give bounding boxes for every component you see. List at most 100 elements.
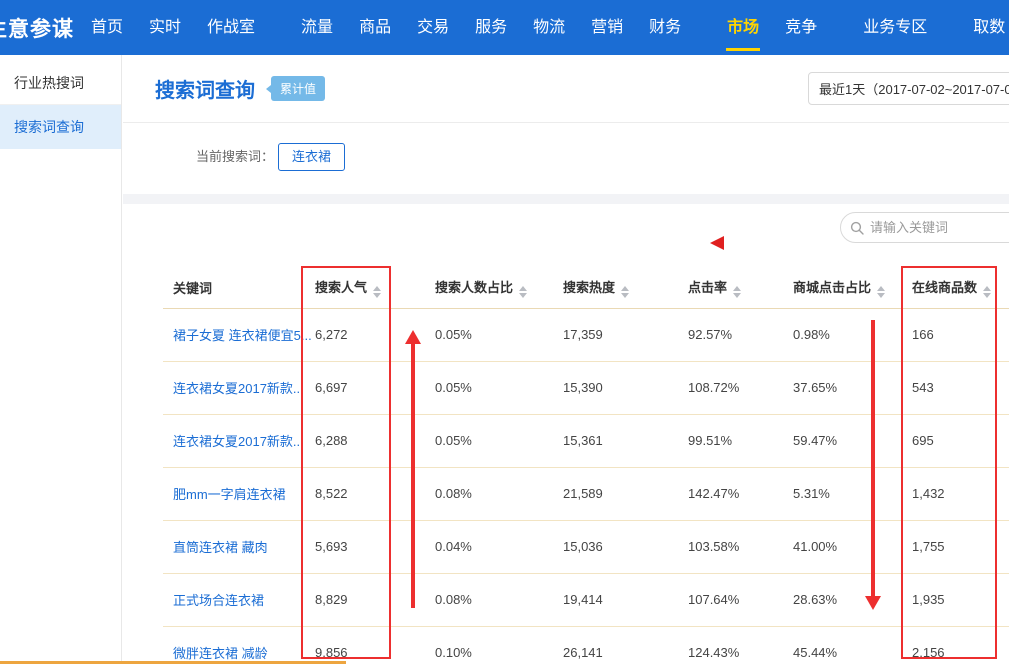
table-cell: 92.57% [678, 308, 783, 361]
keyword-link[interactable]: 裙子女夏 连衣裙便宜5... [173, 328, 312, 343]
keyword-cell: 连衣裙女夏2017新款... [163, 361, 305, 414]
title-row: 搜索词查询 累计值 最近1天（2017-07-02~2017-07-02） [123, 55, 1009, 122]
table-cell: 6,697 [305, 361, 425, 414]
nav-item-goods[interactable]: 商品 [346, 0, 404, 55]
table-cell: 9,856 [305, 626, 425, 664]
nav-item-home[interactable]: 首页 [78, 0, 136, 55]
nav-item-war-room[interactable]: 作战室 [194, 0, 268, 55]
table-cell: 2,156 [902, 626, 1009, 664]
nav-item-market[interactable]: 市场 [714, 0, 772, 55]
table-cell: 103.58% [678, 520, 783, 573]
table-cell: 5.31% [783, 467, 902, 520]
sidebar: 行业热搜词 搜索词查询 [0, 55, 122, 664]
column-header-1[interactable]: 搜索人气 [305, 268, 425, 308]
nav-item-competition[interactable]: 竞争 [772, 0, 830, 55]
table-row: 肥mm一字肩连衣裙 8,5220.08%21,589142.47%5.31%1,4… [163, 467, 1009, 520]
keyword-search-input[interactable] [870, 220, 1009, 235]
nav-item-service[interactable]: 服务 [462, 0, 520, 55]
keyword-cell: 连衣裙女夏2017新款... [163, 414, 305, 467]
nav-item-finance[interactable]: 财务 [636, 0, 694, 55]
column-label: 搜索人数占比 [435, 280, 513, 295]
column-label: 商城点击占比 [793, 280, 871, 295]
table-cell: 1,432 [902, 467, 1009, 520]
table-cell: 0.10% [425, 626, 553, 664]
table-row: 直筒连衣裙 藏肉5,6930.04%15,036103.58%41.00%1,7… [163, 520, 1009, 573]
table-row: 微胖连衣裙 减龄9,8560.10%26,141124.43%45.44%2,1… [163, 626, 1009, 664]
table-cell: 5,693 [305, 520, 425, 573]
table-row: 连衣裙女夏2017新款...6,6970.05%15,390108.72%37.… [163, 361, 1009, 414]
keyword-link[interactable]: 正式场合连衣裙 [173, 593, 264, 608]
sort-icon[interactable] [733, 286, 741, 298]
search-term-table: 关键词 搜索人气搜索人数占比 搜索热度点击率 商城点击占比 在线商品数 裙子女夏 连衣裙… [163, 268, 1009, 664]
sort-icon[interactable] [877, 286, 885, 298]
table-cell: 15,036 [553, 520, 678, 573]
keyword-link[interactable]: 肥mm一字肩连衣裙 [173, 487, 286, 502]
current-keyword-tag[interactable]: 连衣裙 [278, 143, 345, 171]
table-cell: 8,829 [305, 573, 425, 626]
brand-logo[interactable]: 生意参谋 [0, 0, 78, 55]
keyword-search-box [840, 212, 1009, 243]
table-cell: 142.47% [678, 467, 783, 520]
nav-item-trade[interactable]: 交易 [404, 0, 462, 55]
column-label: 关键词 [173, 281, 212, 296]
date-range-text: 最近1天（2017-07-02~2017-07-02） [819, 79, 1009, 98]
nav-item-traffic[interactable]: 流量 [288, 0, 346, 55]
section-separator [123, 194, 1009, 204]
table-row: 正式场合连衣裙 8,8290.08%19,414107.64%28.63%1,93… [163, 573, 1009, 626]
keyword-link[interactable]: 连衣裙女夏2017新款... [173, 381, 304, 396]
column-header-0: 关键词 [163, 268, 305, 308]
table-cell: 166 [902, 308, 1009, 361]
table-cell: 6,272 [305, 308, 425, 361]
table-cell: 28.63% [783, 573, 902, 626]
table-cell: 59.47% [783, 414, 902, 467]
sidebar-item-search-term-query[interactable]: 搜索词查询 [0, 105, 121, 149]
table-cell: 8,522 [305, 467, 425, 520]
column-header-5[interactable]: 商城点击占比 [783, 268, 902, 308]
column-header-2[interactable]: 搜索人数占比 [425, 268, 553, 308]
cumulative-value-badge: 累计值 [271, 76, 325, 101]
nav-item-data-extract[interactable]: 取数 [960, 0, 1009, 55]
table-cell: 695 [902, 414, 1009, 467]
sort-icon[interactable] [621, 286, 629, 298]
table-cell: 0.05% [425, 361, 553, 414]
column-label: 点击率 [688, 280, 727, 295]
sort-icon[interactable] [983, 286, 991, 298]
page-title: 搜索词查询 [155, 74, 255, 103]
nav-item-realtime[interactable]: 实时 [136, 0, 194, 55]
table-cell: 543 [902, 361, 1009, 414]
table-cell: 0.08% [425, 467, 553, 520]
table-cell: 108.72% [678, 361, 783, 414]
sidebar-item-industry-hot-words[interactable]: 行业热搜词 [0, 61, 121, 105]
keyword-link[interactable]: 微胖连衣裙 减龄 [173, 646, 268, 661]
table-row: 连衣裙女夏2017新款...6,2880.05%15,36199.51%59.4… [163, 414, 1009, 467]
table-cell: 19,414 [553, 573, 678, 626]
column-header-6[interactable]: 在线商品数 [902, 268, 1009, 308]
search-term-table-wrap: 关键词 搜索人气搜索人数占比 搜索热度点击率 商城点击占比 在线商品数 裙子女夏 连衣裙… [163, 268, 1009, 664]
nav-item-marketing[interactable]: 营销 [578, 0, 636, 55]
table-cell: 0.05% [425, 414, 553, 467]
top-navigation: 生意参谋 首页 实时 作战室 流量 商品 交易 服务 物流 营销 财务 市场 竞… [0, 0, 1009, 55]
table-toolbar [123, 204, 1009, 268]
date-range-selector[interactable]: 最近1天（2017-07-02~2017-07-02） [808, 72, 1009, 105]
table-cell: 21,589 [553, 467, 678, 520]
table-cell: 26,141 [553, 626, 678, 664]
table-cell: 107.64% [678, 573, 783, 626]
table-cell: 17,359 [553, 308, 678, 361]
table-cell: 0.08% [425, 573, 553, 626]
sort-icon[interactable] [373, 286, 381, 298]
keyword-link[interactable]: 直筒连衣裙 藏肉 [173, 540, 268, 555]
keyword-link[interactable]: 连衣裙女夏2017新款... [173, 434, 304, 449]
search-icon [850, 221, 864, 235]
table-cell: 99.51% [678, 414, 783, 467]
table-cell: 37.65% [783, 361, 902, 414]
keyword-cell: 微胖连衣裙 减龄 [163, 626, 305, 664]
table-cell: 1,935 [902, 573, 1009, 626]
column-header-3[interactable]: 搜索热度 [553, 268, 678, 308]
table-cell: 1,755 [902, 520, 1009, 573]
column-header-4[interactable]: 点击率 [678, 268, 783, 308]
table-cell: 124.43% [678, 626, 783, 664]
nav-item-business-zone[interactable]: 业务专区 [850, 0, 940, 55]
nav-item-logistics[interactable]: 物流 [520, 0, 578, 55]
table-cell: 0.04% [425, 520, 553, 573]
sort-icon[interactable] [519, 286, 527, 298]
